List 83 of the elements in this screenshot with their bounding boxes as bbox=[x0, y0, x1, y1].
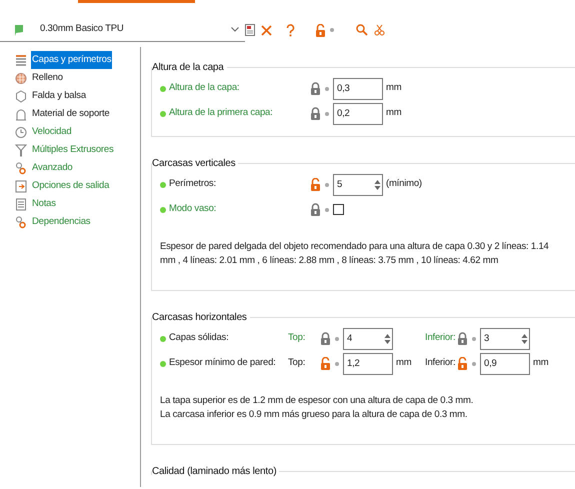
number-field[interactable]: 1,2 bbox=[343, 352, 393, 374]
info-text: Espesor de pared delgada del objeto recomendado para una altura de capa 0.30 y 2 líneas: 1.14 mm , 4 líneas: 2.01 mm , 6 líneas: 2.88 mm , 8 líneas: 3.75 mm , 10 líneas: 4.62 mm bbox=[160, 240, 550, 268]
sidebar-item[interactable]: Notas bbox=[31, 195, 57, 213]
spin-arrows-icon[interactable] bbox=[520, 332, 528, 344]
help-icon[interactable] bbox=[286, 24, 295, 36]
status-dot bbox=[160, 110, 166, 116]
spin-arrows-icon[interactable] bbox=[384, 332, 390, 344]
status-dot bbox=[160, 360, 166, 366]
search-icon[interactable] bbox=[356, 24, 368, 36]
field-label: Capas sólidas: bbox=[169, 331, 229, 346]
field-label: Top: bbox=[288, 356, 306, 370]
sidebar-item[interactable]: Capas y perímetros bbox=[31, 51, 112, 69]
locked-padlock-icon[interactable] bbox=[310, 82, 321, 95]
unlocked-padlock-icon[interactable] bbox=[315, 24, 326, 36]
bullet-icon bbox=[335, 362, 339, 366]
locked-padlock-icon[interactable] bbox=[457, 332, 468, 345]
number-field[interactable]: 0,9 bbox=[480, 352, 530, 374]
scissors-icon[interactable] bbox=[374, 24, 385, 36]
unit-label: mm bbox=[386, 81, 402, 96]
sidebar-item[interactable]: Velocidad bbox=[31, 123, 72, 141]
wrench-icon bbox=[15, 162, 27, 174]
preset-dropdown[interactable]: 0.30mm Basico TPU bbox=[0, 18, 245, 42]
spin-field[interactable]: 3 bbox=[480, 328, 530, 350]
spin-arrows-icon[interactable] bbox=[374, 178, 380, 190]
field-label: Espesor mínimo de pared: bbox=[169, 356, 276, 370]
unit-label: mm bbox=[533, 356, 548, 370]
bullet-icon bbox=[325, 86, 329, 90]
section-title: Altura de la capa bbox=[152, 60, 227, 75]
funnel-icon bbox=[15, 144, 27, 156]
status-dot bbox=[160, 182, 166, 188]
locked-padlock-icon[interactable] bbox=[310, 203, 321, 216]
sidebar-item[interactable]: Dependencias bbox=[31, 213, 92, 231]
output-icon bbox=[15, 180, 27, 192]
sidebar-item[interactable]: Avanzado bbox=[31, 159, 74, 177]
bullet-icon bbox=[325, 112, 329, 116]
locked-padlock-icon[interactable] bbox=[320, 332, 331, 345]
unit-label: mm bbox=[396, 356, 412, 370]
unlocked-padlock-icon[interactable] bbox=[457, 357, 468, 370]
checkbox[interactable] bbox=[333, 204, 344, 215]
bullet-icon bbox=[330, 28, 334, 32]
status-dot bbox=[160, 336, 166, 342]
delete-icon[interactable] bbox=[261, 24, 272, 36]
field-label: Inferior: bbox=[425, 331, 456, 346]
bullet-icon bbox=[472, 362, 476, 366]
notes-icon bbox=[15, 198, 27, 210]
sidebar-item[interactable]: Relleno bbox=[31, 69, 64, 87]
save-icon[interactable] bbox=[245, 24, 255, 36]
infill-icon bbox=[15, 72, 27, 84]
spin-field[interactable]: 4 bbox=[343, 328, 393, 350]
number-field[interactable]: 0,2 bbox=[333, 102, 383, 124]
status-dot bbox=[160, 206, 166, 212]
hexagon-icon bbox=[15, 90, 27, 102]
sidebar-item[interactable]: Opciones de salida bbox=[31, 177, 110, 195]
field-label: Top: bbox=[288, 331, 306, 346]
spin-field[interactable]: 5 bbox=[333, 174, 383, 196]
unlocked-padlock-icon[interactable] bbox=[320, 357, 331, 370]
field-label: Modo vaso: bbox=[169, 202, 216, 216]
field-label: Inferior: bbox=[425, 356, 456, 370]
bullet-icon bbox=[325, 208, 329, 212]
sidebar-item[interactable]: Falda y balsa bbox=[31, 87, 87, 105]
unit-label: (mínimo) bbox=[386, 177, 422, 192]
locked-padlock-icon[interactable] bbox=[310, 107, 321, 120]
bullet-icon bbox=[335, 336, 339, 340]
status-dot bbox=[160, 86, 166, 92]
section-title: Calidad (laminado más lento) bbox=[152, 464, 280, 479]
bullet-icon bbox=[325, 182, 329, 186]
sidebar-item[interactable]: Material de soporte bbox=[31, 105, 111, 123]
dependencies-icon bbox=[15, 216, 27, 228]
unlocked-padlock-icon[interactable] bbox=[310, 178, 321, 191]
caret-icon bbox=[231, 27, 239, 32]
flag-icon bbox=[14, 24, 24, 36]
unit-label: mm bbox=[386, 106, 402, 120]
number-field[interactable]: 0,3 bbox=[333, 78, 383, 100]
field-label: Altura de la primera capa: bbox=[169, 106, 273, 120]
info-text: La carcasa inferior es 0.9 mm más grueso para la altura de capa de 0.3 mm. bbox=[160, 408, 468, 422]
lines-icon bbox=[15, 54, 27, 66]
dome-icon bbox=[15, 108, 27, 120]
sidebar-item[interactable]: Múltiples Extrusores bbox=[31, 141, 115, 159]
bullet-icon bbox=[472, 336, 476, 340]
clock-icon bbox=[15, 126, 27, 138]
field-label: Perímetros: bbox=[169, 177, 216, 192]
info-text: La tapa superior es de 1.2 mm de espesor con una altura de capa de 0.3 mm. bbox=[160, 394, 474, 408]
field-label: Altura de la capa: bbox=[169, 81, 240, 96]
